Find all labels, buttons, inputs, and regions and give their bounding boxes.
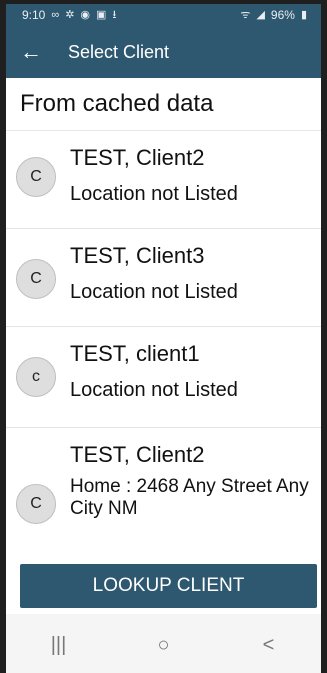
infinity-icon: ∞ xyxy=(51,8,60,21)
recents-icon[interactable]: ||| xyxy=(29,634,89,657)
footer: LOOKUP CLIENT xyxy=(6,558,321,614)
client-list-item[interactable]: C TEST, Client2 Home : 2468 Any Street A… xyxy=(6,428,321,542)
client-avatar: C xyxy=(16,484,56,524)
lookup-client-button[interactable]: LOOKUP CLIENT xyxy=(20,564,317,608)
client-name: TEST, Client3 xyxy=(70,243,205,268)
image-icon: ▣ xyxy=(96,8,107,21)
battery-icon: ▮ xyxy=(300,8,307,21)
client-name: TEST, client1 xyxy=(70,341,200,366)
app-bar: ← Select Client xyxy=(6,26,321,78)
client-name: TEST, Client2 xyxy=(70,442,205,467)
client-name: TEST, Client2 xyxy=(70,145,205,170)
client-list-item[interactable]: C TEST, Client3 Location not Listed xyxy=(6,229,321,327)
section-header: From cached data xyxy=(6,78,321,131)
data-saver-icon: ◉ xyxy=(80,8,91,21)
status-bar: 9:10 ∞ ✲ ◉ ▣ ⭳ ᯤ ◢ 96% ▮ xyxy=(6,4,321,26)
status-left: 9:10 ∞ ✲ ◉ ▣ ⭳ xyxy=(22,8,116,22)
home-icon[interactable]: ○ xyxy=(134,634,194,657)
page-title: Select Client xyxy=(68,41,170,62)
client-list-item[interactable]: C TEST, Client2 Location not Listed xyxy=(6,131,321,229)
client-list-item[interactable]: c TEST, client1 Location not Listed xyxy=(6,327,321,428)
arrow-left-icon[interactable]: ← xyxy=(20,39,56,65)
download-icon: ⭳ xyxy=(112,8,117,21)
client-list: C TEST, Client2 Location not Listed C TE… xyxy=(6,131,321,542)
status-right: ᯤ ◢ 96% ▮ xyxy=(240,8,307,22)
phone-screen: 9:10 ∞ ✲ ◉ ▣ ⭳ ᯤ ◢ 96% ▮ ← Select Client… xyxy=(0,0,327,673)
status-time: 9:10 xyxy=(22,8,46,22)
back-icon[interactable]: < xyxy=(239,634,299,657)
client-address: Home : 2468 Any Street Any City NM xyxy=(70,476,309,519)
client-avatar: C xyxy=(16,157,56,197)
battery-level: 96% xyxy=(270,8,295,22)
wifi-icon: ᯤ xyxy=(240,8,251,21)
client-location: Location not Listed xyxy=(70,281,238,303)
client-location: Location not Listed xyxy=(70,379,238,401)
client-avatar: c xyxy=(16,357,56,397)
client-location: Location not Listed xyxy=(70,183,238,205)
system-nav-bar: ||| ○ < xyxy=(6,614,321,673)
client-avatar: C xyxy=(16,259,56,299)
signal-icon: ◢ xyxy=(256,8,265,21)
brightness-icon: ✲ xyxy=(65,8,75,21)
